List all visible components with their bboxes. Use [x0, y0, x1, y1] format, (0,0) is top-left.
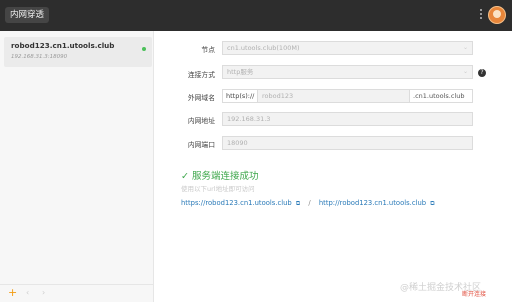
- domain-label: 外网域名: [187, 94, 215, 102]
- disconnect-button[interactable]: 断开连接: [462, 289, 486, 298]
- title-bar: 内网穿透: [0, 0, 512, 31]
- next-button[interactable]: ›: [42, 288, 45, 297]
- app-title: 内网穿透: [5, 7, 50, 23]
- success-hint: 使用以下url地址即可访问: [181, 185, 255, 193]
- url-separator: /: [308, 199, 311, 207]
- check-circle-icon: ✓: [181, 171, 189, 182]
- help-icon[interactable]: ?: [478, 69, 486, 77]
- success-status: ✓ 服务端连接成功: [181, 168, 259, 182]
- sidebar-toolbar: + ‹ ›: [0, 284, 153, 303]
- copy-icon[interactable]: ⧉: [430, 200, 434, 208]
- chevron-down-icon: ⌄: [462, 44, 468, 51]
- add-host-button[interactable]: +: [8, 286, 17, 299]
- host-ip: 192.168.31.3:18090: [11, 54, 68, 60]
- port-label: 内网端口: [187, 141, 215, 149]
- https-url-link[interactable]: https://robod123.cn1.utools.club: [181, 199, 292, 207]
- node-value: cn1.utools.club(100M): [227, 44, 300, 52]
- sidebar: robod123.cn1.utools.club 192.168.31.3:18…: [0, 31, 154, 302]
- http-url-link[interactable]: http://robod123.cn1.utools.club: [319, 199, 426, 207]
- node-select[interactable]: cn1.utools.club(100M) ⌄: [222, 41, 473, 55]
- subdomain-input[interactable]: robod123: [258, 89, 410, 103]
- more-icon[interactable]: [480, 9, 484, 21]
- copy-icon[interactable]: ⧉: [296, 200, 300, 208]
- port-input[interactable]: 18090: [222, 136, 473, 150]
- connection-select[interactable]: http服务 ⌄: [222, 65, 473, 79]
- avatar[interactable]: [488, 6, 506, 24]
- host-list-item[interactable]: robod123.cn1.utools.club 192.168.31.3:18…: [4, 37, 152, 67]
- address-label: 内网地址: [187, 117, 215, 125]
- url-row: https://robod123.cn1.utools.club ⧉ / htt…: [181, 199, 441, 208]
- success-title: 服务端连接成功: [192, 171, 259, 182]
- host-name: robod123.cn1.utools.club: [11, 41, 115, 50]
- address-input[interactable]: 192.168.31.3: [222, 112, 473, 126]
- chevron-down-icon: ⌄: [462, 68, 468, 75]
- scheme-prefix: http(s)://: [222, 89, 258, 103]
- domain-suffix: .cn1.utools.club: [410, 89, 473, 103]
- node-label: 节点: [201, 46, 215, 54]
- prev-button[interactable]: ‹: [26, 288, 29, 297]
- connection-value: http服务: [227, 68, 254, 76]
- connection-label: 连接方式: [187, 71, 215, 79]
